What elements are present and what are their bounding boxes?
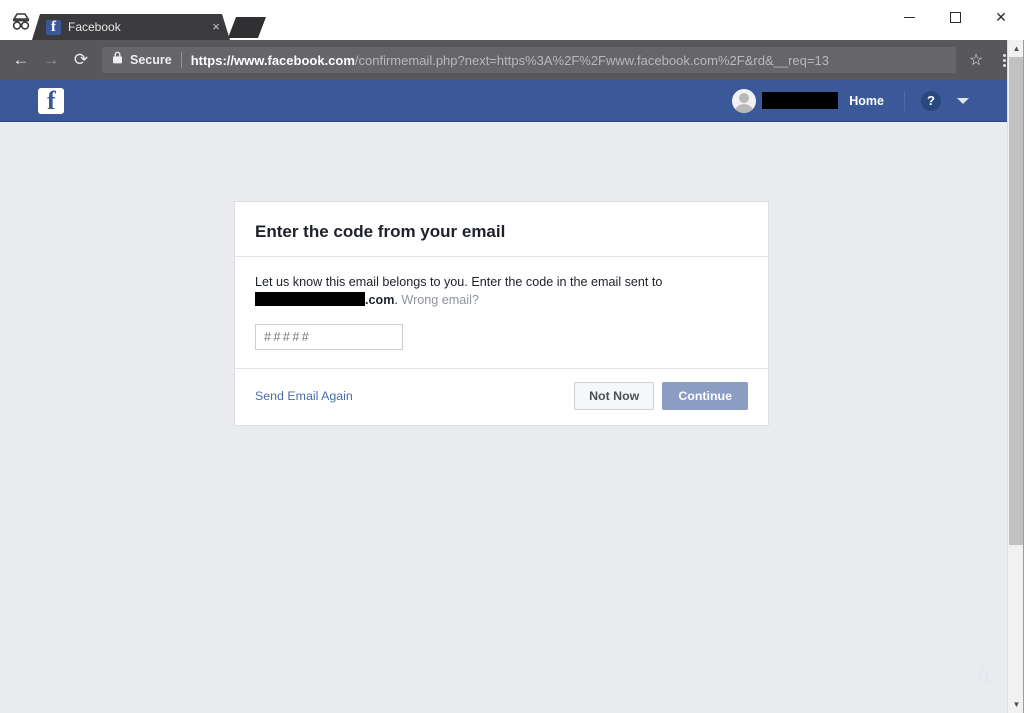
- continue-button[interactable]: Continue: [662, 382, 748, 410]
- facebook-header-right: Home ?: [732, 88, 1007, 113]
- email-period: .: [394, 293, 398, 307]
- url-text: https://www.facebook.com/confirmemail.ph…: [191, 53, 829, 68]
- instruction-sentence: Let us know this email belongs to you. E…: [255, 275, 663, 289]
- secure-label: Secure: [130, 53, 172, 67]
- home-link[interactable]: Home: [849, 94, 884, 108]
- minimize-button[interactable]: [886, 1, 932, 33]
- close-window-button[interactable]: ✕: [978, 1, 1024, 33]
- scroll-up-arrow-icon[interactable]: ▲: [1008, 40, 1024, 57]
- browser-title-bar: Facebook × ✕: [0, 0, 1024, 40]
- email-redacted: [255, 292, 365, 306]
- close-icon[interactable]: ×: [208, 19, 224, 35]
- facebook-header: Home ?: [0, 80, 1007, 122]
- footer-buttons: Not Now Continue: [574, 382, 748, 410]
- card-body: Let us know this email belongs to you. E…: [235, 257, 768, 368]
- omnibox-divider: [180, 52, 182, 68]
- vertical-scrollbar[interactable]: ▲ ▼: [1007, 40, 1024, 713]
- page-content: Enter the code from your email Let us kn…: [0, 122, 1007, 713]
- url-path: /confirmemail.php?next=https%3A%2F%2Fwww…: [354, 52, 829, 68]
- window-controls: ✕: [886, 0, 1024, 34]
- send-email-again-link[interactable]: Send Email Again: [255, 389, 353, 403]
- instruction-text: Let us know this email belongs to you. E…: [255, 273, 748, 309]
- header-divider: [904, 90, 905, 111]
- help-icon[interactable]: ?: [921, 90, 941, 111]
- email-tld: .com: [365, 293, 395, 307]
- facebook-favicon: [46, 18, 61, 37]
- account-name-redacted[interactable]: [762, 92, 839, 109]
- avatar[interactable]: [732, 88, 757, 113]
- wrong-email-link[interactable]: Wrong email?: [401, 293, 478, 307]
- tab-title: Facebook: [68, 20, 121, 34]
- new-tab-button[interactable]: [228, 17, 266, 38]
- url-origin: https://www.facebook.com: [190, 52, 355, 68]
- back-icon[interactable]: ←: [6, 45, 36, 75]
- incognito-icon: [4, 8, 38, 36]
- watermark: /c: [977, 660, 996, 689]
- card-footer: Send Email Again Not Now Continue: [235, 368, 768, 425]
- chevron-down-icon[interactable]: [957, 97, 969, 104]
- lock-icon: [112, 51, 123, 69]
- maximize-button[interactable]: [932, 1, 978, 33]
- dots-glyph: [1002, 53, 1006, 67]
- bookmark-star-icon[interactable]: ☆: [962, 46, 990, 74]
- confirmation-code-input[interactable]: [255, 324, 403, 350]
- browser-tab-facebook[interactable]: Facebook ×: [32, 14, 230, 40]
- facebook-logo-icon[interactable]: [38, 85, 64, 117]
- title-bar-drag-area[interactable]: [266, 0, 874, 40]
- confirm-email-card: Enter the code from your email Let us kn…: [234, 201, 769, 426]
- scroll-down-arrow-icon[interactable]: ▼: [1008, 696, 1024, 713]
- scrollbar-thumb[interactable]: [1009, 57, 1024, 545]
- address-bar[interactable]: Secure https://www.facebook.com/confirme…: [102, 47, 956, 73]
- reload-icon[interactable]: ⟳: [66, 45, 96, 75]
- not-now-button[interactable]: Not Now: [574, 382, 655, 410]
- browser-window: Facebook × ✕ ← → ⟳ Secure https://www.fa…: [0, 0, 1024, 713]
- page-title: Enter the code from your email: [235, 202, 768, 257]
- forward-icon: →: [42, 50, 60, 69]
- browser-toolbar: ← → ⟳ Secure https://www.facebook.com/co…: [0, 40, 1024, 80]
